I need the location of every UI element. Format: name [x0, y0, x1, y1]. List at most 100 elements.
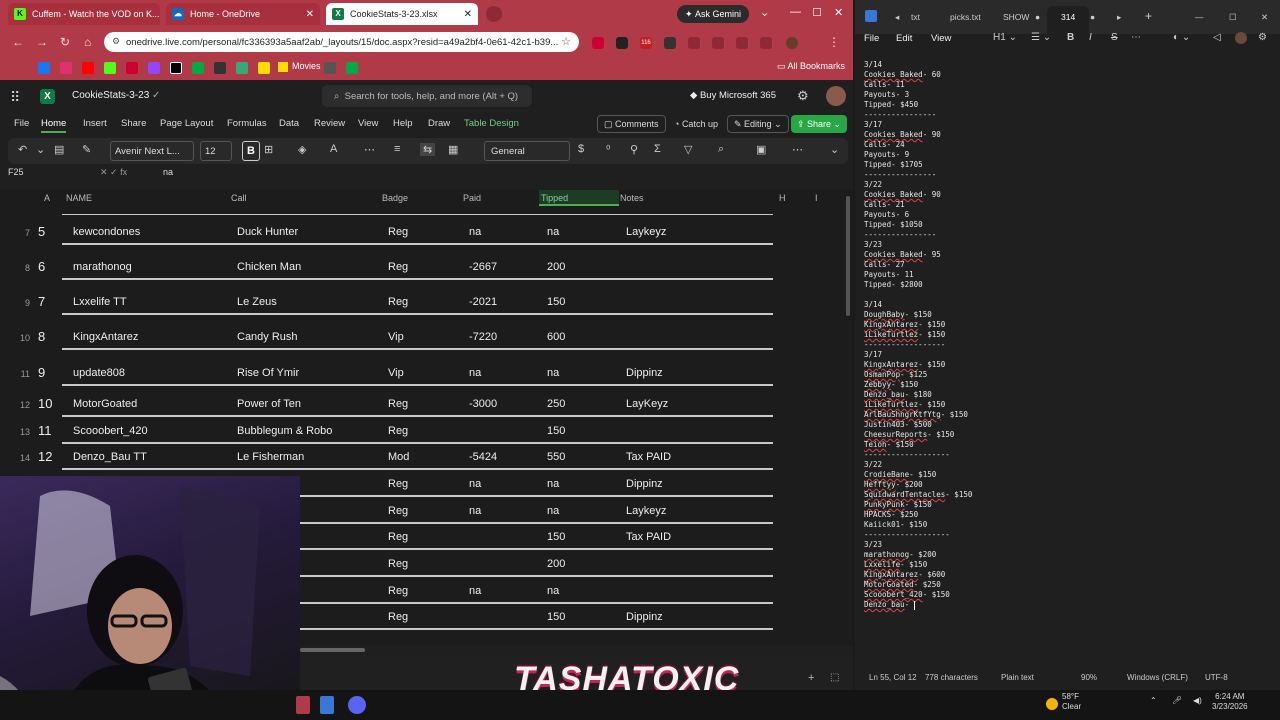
app-launcher-icon[interactable]: ⠿	[10, 89, 20, 106]
megaphone-icon[interactable]: ◁	[1213, 32, 1221, 43]
cell-a[interactable]: 7	[38, 294, 45, 309]
cell-notes[interactable]: Tax PAID	[626, 531, 671, 543]
cell-a[interactable]: 6	[38, 259, 45, 274]
tab-show[interactable]: SHOW	[1003, 12, 1029, 22]
cell-badge[interactable]: Reg	[388, 261, 408, 273]
row-number[interactable]: 9	[0, 298, 30, 308]
new-tab-icon[interactable]: +	[1145, 9, 1152, 23]
bookmark-icon[interactable]	[324, 62, 336, 74]
undo-icon[interactable]: ↶	[18, 143, 27, 156]
cell-tipped[interactable]: 200	[547, 261, 565, 273]
cell-call[interactable]: Duck Hunter	[237, 226, 298, 238]
list-icon[interactable]: ☰ ⌄	[1031, 32, 1051, 43]
clock[interactable]: 6:24 AM 3/23/2026	[1212, 692, 1248, 712]
bookmark-icon[interactable]	[126, 62, 138, 74]
close-icon[interactable]: ✕	[1261, 12, 1268, 23]
tab-draw[interactable]: Draw	[428, 118, 450, 129]
column-header[interactable]: Notes	[620, 190, 644, 206]
maximize-icon[interactable]: ☐	[1229, 12, 1237, 23]
cell-paid[interactable]: na	[469, 367, 481, 379]
redo-icon[interactable]: ⌄	[36, 143, 45, 156]
more-options-icon[interactable]: ⋯	[792, 143, 803, 156]
taskbar-app-icon[interactable]	[296, 696, 310, 714]
copilot-icon[interactable]: ◐ ⌄	[1173, 32, 1190, 43]
youtube-icon[interactable]	[82, 62, 94, 74]
cell-paid[interactable]: -3000	[469, 398, 497, 410]
table-row[interactable]: 10 8 KingxAntarez Candy Rush Vip -7220 600	[0, 324, 790, 350]
cell-badge[interactable]: Reg	[388, 296, 408, 308]
decimal-icon[interactable]: ⁰	[606, 143, 610, 156]
close-icon[interactable]: ✕	[300, 9, 314, 20]
tab-page-layout[interactable]: Page Layout	[160, 118, 213, 129]
table-row[interactable]: 8 6 marathonog Chicken Man Reg -2667 200	[0, 254, 790, 280]
row-number[interactable]: 13	[0, 427, 30, 437]
scroll-thumb[interactable]	[300, 648, 365, 652]
extension-badge[interactable]: 116	[640, 37, 652, 49]
name-box[interactable]: F25	[8, 167, 24, 177]
cell-name[interactable]: marathonog	[73, 261, 132, 273]
weather-widget[interactable]: 58°F Clear	[1062, 692, 1081, 712]
extension-icon[interactable]	[688, 37, 700, 49]
cell-call[interactable]: Le Zeus	[237, 296, 277, 308]
search-box[interactable]: ⌕ Search for tools, help, and more (Alt …	[322, 85, 532, 107]
cell-paid[interactable]: na	[469, 226, 481, 238]
cell-tipped[interactable]: na	[547, 367, 559, 379]
reload-icon[interactable]: ↻	[60, 35, 70, 49]
kick-icon[interactable]	[104, 62, 116, 74]
cell-notes[interactable]: Dippinz	[626, 367, 663, 379]
share-button[interactable]: ⇪ Share ⌄	[791, 115, 847, 133]
row-number[interactable]: 10	[0, 333, 30, 343]
merge-icon[interactable]: ▦	[448, 143, 458, 156]
cell-notes[interactable]: Laykeyz	[626, 505, 666, 517]
speaker-icon[interactable]: ◀︎)	[1193, 696, 1202, 705]
cell-a[interactable]: 10	[38, 396, 52, 411]
find-icon[interactable]: ⌕	[718, 143, 724, 156]
cell-tipped[interactable]: 150	[547, 296, 565, 308]
fx-icon[interactable]: ✕ ✓ fx	[100, 167, 127, 178]
tab-txt[interactable]: txt	[911, 12, 920, 22]
cell-tipped[interactable]: 600	[547, 331, 565, 343]
extension-icon[interactable]	[616, 37, 628, 49]
cell-badge[interactable]: Mod	[388, 451, 409, 463]
table-row[interactable]: 14 12 Denzo_Bau TT Le Fisherman Mod -5424 550 T…	[0, 444, 790, 470]
tab-formulas[interactable]: Formulas	[227, 118, 267, 129]
autosum-icon[interactable]: Σ	[654, 143, 661, 155]
url-field[interactable]: ⚙ onedrive.live.com/personal/fc336393a5a…	[104, 32, 579, 52]
editing-mode-button[interactable]: ✎ Editing ⌄	[727, 115, 789, 133]
close-icon[interactable]: ✕	[458, 9, 472, 20]
tab-file[interactable]: File	[14, 118, 29, 129]
bookmark-icon[interactable]	[346, 62, 358, 74]
tab-share[interactable]: Share	[121, 118, 146, 129]
fill-color-icon[interactable]: ◈	[298, 143, 306, 156]
table-row[interactable]: 13 11 Scooobert_420 Bubblegum & Robo Reg 150	[0, 418, 790, 444]
row-number[interactable]: 8	[0, 263, 30, 273]
cell-tipped[interactable]: na	[547, 226, 559, 238]
tab-scroll-left-icon[interactable]: ◂	[895, 12, 899, 23]
site-info-icon[interactable]: ⚙	[112, 36, 120, 47]
cell-name[interactable]: Lxxelife TT	[73, 296, 127, 308]
cell-badge[interactable]: Vip	[388, 331, 404, 343]
column-header[interactable]: I	[815, 190, 818, 206]
number-format-select[interactable]: General	[484, 141, 570, 161]
cell-name[interactable]: KingxAntarez	[73, 331, 138, 343]
new-tab-icon[interactable]	[486, 6, 502, 22]
buy-m365-button[interactable]: ◆ Buy Microsoft 365	[690, 90, 776, 101]
cell-tipped[interactable]: 200	[547, 558, 565, 570]
cell-name[interactable]: MotorGoated	[73, 398, 137, 410]
cell-badge[interactable]: Reg	[388, 558, 408, 570]
cell-name[interactable]: update808	[73, 367, 125, 379]
tab-scroll-right-icon[interactable]: ▸	[1117, 12, 1121, 23]
bold-button[interactable]: B	[242, 141, 260, 161]
catchup-button[interactable]: ◔ Catch up	[668, 115, 724, 133]
font-color-icon[interactable]: A	[330, 143, 337, 155]
clipboard-icon[interactable]: ▤	[54, 143, 64, 156]
tab-picks[interactable]: picks.txt	[950, 12, 981, 22]
extension-icon[interactable]	[736, 37, 748, 49]
bookmark-icon[interactable]	[192, 62, 204, 74]
menu-view[interactable]: View	[931, 33, 951, 44]
cell-call[interactable]: Chicken Man	[237, 261, 301, 273]
twitch-icon[interactable]	[148, 62, 160, 74]
cell-paid[interactable]: -5424	[469, 451, 497, 463]
conditional-format-icon[interactable]: ⚲	[630, 143, 638, 156]
table-row[interactable]: 9 7 Lxxelife TT Le Zeus Reg -2021 150	[0, 289, 790, 315]
